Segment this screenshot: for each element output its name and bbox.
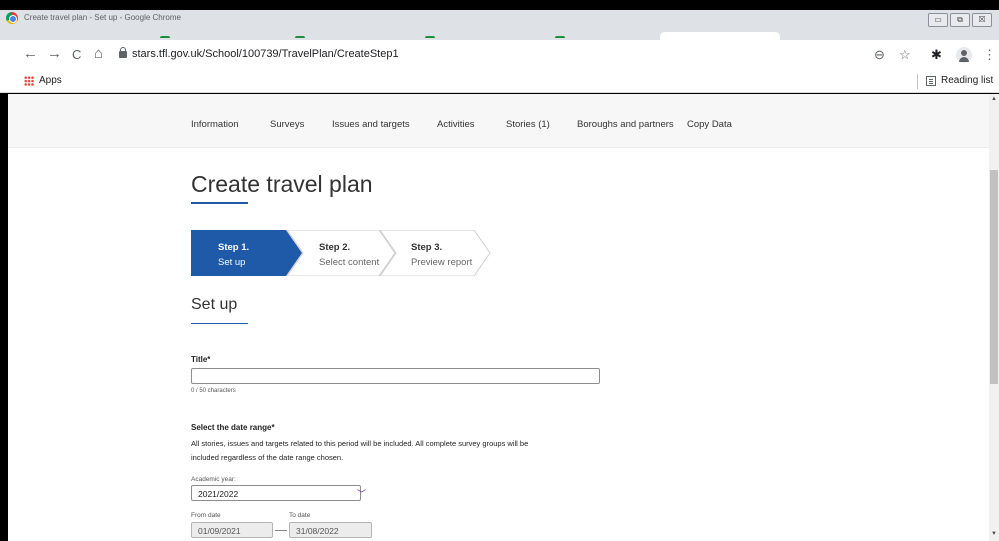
scrollbar-thumb[interactable] <box>990 170 998 384</box>
page-scrollbar[interactable]: ▲ ▼ <box>989 94 999 541</box>
nav-surveys[interactable]: Surveys <box>270 119 304 130</box>
step-1[interactable]: Step 1. Set up <box>191 230 286 276</box>
reading-list-button[interactable]: Reading list <box>941 75 993 86</box>
step-3[interactable]: Step 3. Preview report <box>396 230 486 276</box>
nav-activities[interactable]: Activities <box>437 119 474 130</box>
step-2[interactable]: Step 2. Select content <box>303 230 393 276</box>
from-date-label: From date <box>191 512 221 519</box>
lock-icon[interactable] <box>119 47 127 58</box>
date-range-help-line-2: included regardless of the date range ch… <box>191 453 344 462</box>
from-date-value: 01/09/2021 <box>198 526 241 536</box>
scroll-down-arrow-icon[interactable]: ▼ <box>991 531 997 537</box>
page-viewport: Information Surveys Issues and targets A… <box>8 94 989 541</box>
to-date-value: 31/08/2022 <box>296 526 339 536</box>
close-button[interactable]: ☒ <box>972 13 992 27</box>
chevron-down-icon: ﹀ <box>357 489 367 499</box>
section-underline <box>191 323 248 324</box>
character-counter: 0 / 50 characters <box>191 388 236 394</box>
title-underline <box>191 202 248 204</box>
tab-indicator <box>425 36 435 38</box>
tab-indicator <box>160 36 170 38</box>
date-range-separator <box>275 530 287 531</box>
window-titlebar: Create travel plan - Set up - Google Chr… <box>0 10 999 40</box>
academic-year-label: Academic year: <box>191 476 236 483</box>
academic-year-select[interactable]: 2021/2022 ﹀ <box>191 485 366 501</box>
bookmarks-divider <box>917 74 918 89</box>
browser-tab[interactable] <box>660 32 780 40</box>
from-date-input[interactable]: 01/09/2021 <box>191 522 273 538</box>
reading-list-icon[interactable] <box>926 76 936 86</box>
nav-boroughs-and-partners[interactable]: Boroughs and partners <box>577 119 674 130</box>
browser-toolbar: ← → C ⌂ stars.tfl.gov.uk/School/100739/T… <box>0 40 999 70</box>
step-2-number: Step 2. <box>319 242 351 253</box>
window-left-edge <box>0 94 8 541</box>
academic-year-value: 2021/2022 <box>198 489 239 499</box>
tab-indicator <box>295 36 305 38</box>
nav-copy-data[interactable]: Copy Data <box>687 119 732 130</box>
apps-grid-icon[interactable] <box>24 76 34 86</box>
step-1-number: Step 1. <box>218 242 250 253</box>
home-icon[interactable]: ⌂ <box>94 46 103 62</box>
scroll-up-arrow-icon[interactable]: ▲ <box>991 96 997 102</box>
date-range-help-line-1: All stories, issues and targets related … <box>191 439 529 448</box>
section-title: Set up <box>191 296 238 313</box>
nav-information[interactable]: Information <box>191 119 239 130</box>
profile-avatar-icon[interactable] <box>956 47 972 63</box>
step-3-label: Preview report <box>411 257 473 268</box>
step-3-number: Step 3. <box>411 242 443 253</box>
date-range-label: Select the date range* <box>191 423 275 432</box>
page-title: Create travel plan <box>191 171 373 197</box>
title-input[interactable] <box>191 368 600 384</box>
nav-issues-and-targets[interactable]: Issues and targets <box>332 119 410 130</box>
bookmark-star-icon[interactable]: ☆ <box>899 47 911 63</box>
address-bar[interactable]: stars.tfl.gov.uk/School/100739/TravelPla… <box>132 48 399 60</box>
nav-stories[interactable]: Stories (1) <box>506 119 550 130</box>
window-title: Create travel plan - Set up - Google Chr… <box>24 13 181 22</box>
chrome-menu-icon[interactable]: ⋮ <box>983 47 996 63</box>
to-date-label: To date <box>289 512 311 519</box>
section-nav: Information Surveys Issues and targets A… <box>8 94 989 148</box>
tab-indicator <box>555 36 565 38</box>
chrome-logo-icon <box>6 12 18 24</box>
bookmarks-bar: Apps Reading list <box>0 70 999 93</box>
apps-shortcut[interactable]: Apps <box>39 75 62 86</box>
step-2-label: Select content <box>319 257 380 268</box>
title-field-label: Title* <box>191 355 211 364</box>
reload-icon[interactable]: C <box>72 47 81 63</box>
step-1-label: Set up <box>218 257 246 268</box>
to-date-input[interactable]: 31/08/2022 <box>289 522 372 538</box>
back-arrow-icon[interactable]: ← <box>23 46 38 62</box>
zoom-icon[interactable]: ⊖ <box>874 47 885 63</box>
progress-stepper: Step 1. Set up Step 2. Select content St… <box>191 230 491 276</box>
minimize-button[interactable]: ▭ <box>928 13 948 27</box>
restore-button[interactable]: ⧉ <box>950 13 970 27</box>
forward-arrow-icon[interactable]: → <box>47 46 62 62</box>
extensions-puzzle-icon[interactable]: ✱ <box>931 47 942 63</box>
